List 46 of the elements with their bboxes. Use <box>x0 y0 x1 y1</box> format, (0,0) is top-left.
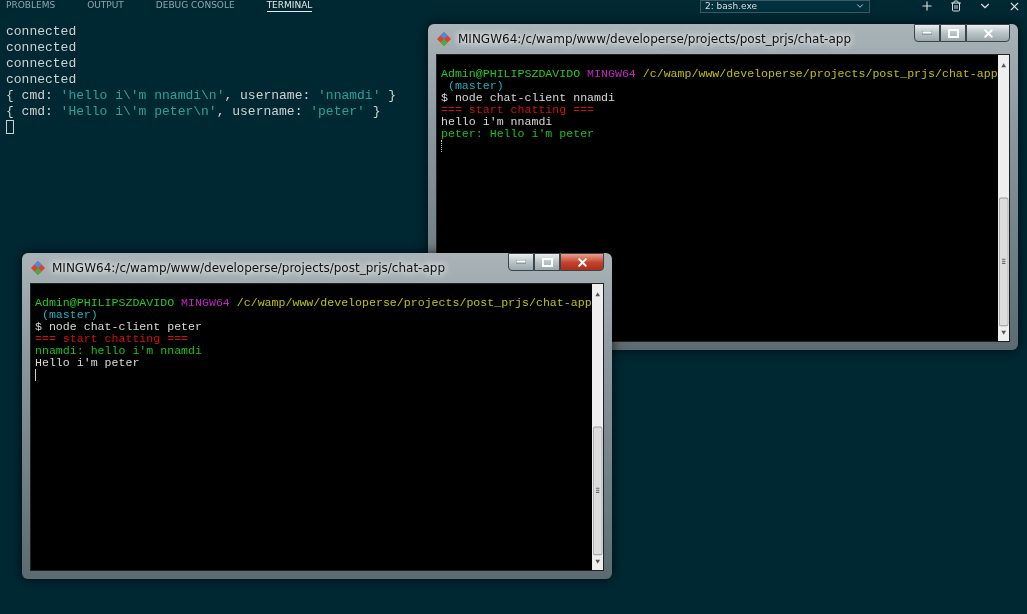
terminal-line: (master) <box>446 80 505 92</box>
panel-tab[interactable]: DEBUG CONSOLE <box>155 0 235 12</box>
terminal-line: peter: Hello i'm peter <box>441 128 596 140</box>
panel-tab[interactable]: OUTPUT <box>87 0 124 12</box>
close-icon[interactable] <box>1008 0 1021 13</box>
close-button[interactable] <box>560 253 604 271</box>
terminal-line: connected <box>6 40 77 56</box>
terminal-line: { cmd: 'hello i\'m nnamdi\n', username: 'nnamdi' } <box>6 88 397 104</box>
terminal-line: { cmd: 'Hello i\'m peter\n', username: 'peter' } <box>6 104 381 120</box>
trash-icon[interactable] <box>950 0 962 12</box>
maximize-button[interactable] <box>940 24 966 42</box>
scrollbar[interactable] <box>591 284 603 570</box>
maximize-button[interactable] <box>534 253 560 271</box>
terminal-line: hello i'm nnamdi <box>441 116 554 128</box>
plus-icon[interactable] <box>920 0 934 13</box>
terminal-line: nnamdi: hello i'm nnamdi <box>35 345 203 357</box>
panel-tab[interactable]: PROBLEMS <box>6 0 56 12</box>
terminal-line: === start chatting === <box>35 333 190 345</box>
terminal-line: Hello i'm peter <box>35 357 141 369</box>
close-icon <box>575 255 589 269</box>
chevron-down-icon <box>855 1 865 11</box>
minimize-icon <box>516 260 526 264</box>
minimize-button[interactable] <box>914 24 940 42</box>
terminal-line: === start chatting === <box>441 104 596 116</box>
terminal-line: connected <box>6 56 77 72</box>
scrollbar[interactable] <box>997 55 1009 341</box>
minimize-button[interactable] <box>508 253 534 271</box>
cursor <box>35 369 37 381</box>
maximize-icon <box>947 28 959 38</box>
close-button[interactable] <box>966 24 1010 42</box>
terminal-line: (master) <box>40 309 99 321</box>
terminal-line: connected <box>6 72 77 88</box>
cursor <box>441 140 443 152</box>
panel-tab[interactable]: TERMINAL <box>266 0 313 12</box>
terminal-select[interactable]: 2: bash.exe <box>700 0 870 13</box>
terminal-line: $ node chat-client peter <box>35 321 203 333</box>
cursor <box>6 120 14 134</box>
minimize-icon <box>922 31 932 35</box>
close-icon <box>981 26 995 40</box>
terminal-line: Admin@PHILIPSZDAVIDO MINGW64 /c/wamp/www/developerse/projects/post_prjs/chat-app <box>35 297 592 309</box>
terminal-line: connected <box>6 24 77 40</box>
maximize-icon <box>541 257 553 267</box>
terminal-line: Admin@PHILIPSZDAVIDO MINGW64 /c/wamp/www/developerse/projects/post_prjs/chat-app <box>441 68 998 80</box>
window-title: MINGW64:/c/wamp/www/developerse/projects/post_prjs/chat-app <box>458 32 852 46</box>
window-title: MINGW64:/c/wamp/www/developerse/projects/post_prjs/chat-app <box>52 261 446 275</box>
terminal-line: $ node chat-client nnamdi <box>441 92 616 104</box>
